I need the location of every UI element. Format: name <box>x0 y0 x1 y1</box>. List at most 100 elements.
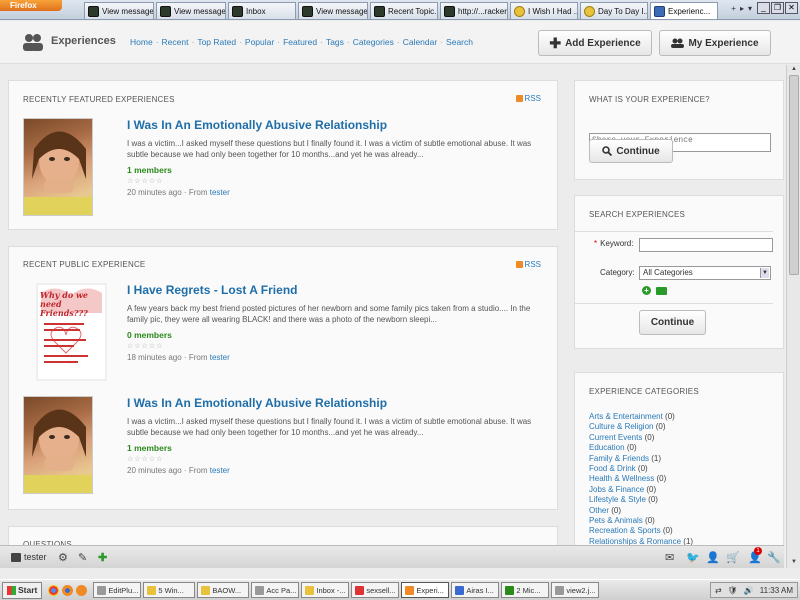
experience-title-link[interactable]: I Was In An Emotionally Abusive Relation… <box>127 396 387 410</box>
tab-list-controls[interactable]: +▸▾ <box>731 4 756 13</box>
my-experience-button[interactable]: My Experience <box>659 30 771 56</box>
nav-top-rated[interactable]: Top Rated <box>197 37 236 47</box>
category-link[interactable]: Food & Drink <box>589 464 636 473</box>
taskbar-item[interactable]: Acc Pa... <box>251 582 300 598</box>
chrome-icon[interactable] <box>48 584 60 596</box>
add-category-icon[interactable]: + <box>642 286 651 295</box>
taskbar-item[interactable]: view2.j... <box>551 582 600 598</box>
nav-categories[interactable]: Categories <box>353 37 394 47</box>
category-link[interactable]: Education <box>589 443 625 452</box>
minimize-icon[interactable]: _ <box>757 2 770 14</box>
cart-icon[interactable]: 🛒 <box>726 551 740 564</box>
tab-close-icon[interactable]: ✕ <box>717 4 718 19</box>
category-link[interactable]: Health & Wellness <box>589 474 654 483</box>
scroll-thumb[interactable] <box>789 75 799 275</box>
scroll-up-icon[interactable]: ▲ <box>789 66 799 74</box>
rating-stars[interactable]: ☆☆☆☆☆ <box>127 342 163 350</box>
nav-popular[interactable]: Popular <box>245 37 274 47</box>
restore-icon[interactable]: ❐ <box>771 2 784 14</box>
network-icon[interactable]: ⇄ <box>715 586 722 595</box>
browser-tab-active[interactable]: Experienc...✕ <box>650 2 718 19</box>
browser-tab[interactable]: Inbox <box>228 2 296 19</box>
close-window-icon[interactable]: ✕ <box>785 2 798 14</box>
firefox-menu-button[interactable]: Firefox <box>0 0 62 11</box>
category-link[interactable]: Pets & Animals <box>589 516 643 525</box>
taskbar-item[interactable]: 2 Mic... <box>501 582 550 598</box>
category-link[interactable]: Jobs & Finance <box>589 485 644 494</box>
thumbnail-caption: Why do we need Friends??? <box>40 290 88 318</box>
keyword-input[interactable] <box>639 238 773 252</box>
folder-icon[interactable] <box>656 287 667 295</box>
tab-favicon-icon <box>444 5 455 17</box>
rss-link[interactable]: RSS <box>515 260 541 269</box>
shield-icon[interactable]: 🛡 <box>728 586 738 595</box>
taskbar-item[interactable]: EditPlu... <box>93 582 142 598</box>
clock[interactable]: 11:33 AM <box>760 586 793 595</box>
experience-members[interactable]: 1 members <box>127 165 172 175</box>
experience-thumbnail[interactable] <box>23 118 93 216</box>
taskbar-item[interactable]: Inbox -... <box>301 582 350 598</box>
category-link[interactable]: Current Events <box>589 433 642 442</box>
mail-icon[interactable]: ✉ <box>665 551 674 564</box>
person-icon[interactable]: 👤 <box>706 551 720 564</box>
taskbar-item[interactable]: 5 Win... <box>143 582 196 598</box>
rating-stars[interactable]: ☆☆☆☆☆ <box>127 177 163 185</box>
browser-tab[interactable]: I Wish I Had ... <box>510 2 578 19</box>
taskbar-item-active[interactable]: Experi... <box>401 582 450 598</box>
author-link[interactable]: tester <box>210 466 230 475</box>
bird-icon[interactable]: 🐦 <box>686 551 700 564</box>
firefox-icon[interactable] <box>62 584 74 596</box>
category-row: Category: All Categories ▼ + <box>575 261 773 303</box>
taskbar-item[interactable]: BAOW... <box>197 582 250 598</box>
category-select[interactable]: All Categories ▼ <box>639 266 771 280</box>
rating-stars[interactable]: ☆☆☆☆☆ <box>127 455 163 463</box>
browser-tab[interactable]: Recent Topic... <box>370 2 438 19</box>
experience-title-link[interactable]: I Have Regrets - Lost A Friend <box>127 283 297 297</box>
share-continue-button[interactable]: Continue <box>589 139 673 163</box>
category-link[interactable]: Family & Friends <box>589 454 649 463</box>
category-link[interactable]: Arts & Entertainment <box>589 412 663 421</box>
search-continue-button[interactable]: Continue <box>639 310 706 335</box>
experience-thumbnail[interactable] <box>23 396 93 494</box>
author-link[interactable]: tester <box>210 188 230 197</box>
wrench-icon[interactable]: 🔧 <box>767 551 781 564</box>
experience-description: I was a victim...I asked myself these qu… <box>127 139 532 159</box>
edit-icon[interactable]: ✎ <box>78 551 87 564</box>
category-link[interactable]: Other <box>589 506 609 515</box>
girl-photo-icon <box>24 131 92 215</box>
category-link[interactable]: Recreation & Sports <box>589 526 661 535</box>
volume-icon[interactable]: 🔊 <box>744 586 754 595</box>
experience-members[interactable]: 0 members <box>127 330 172 340</box>
nav-home[interactable]: Home <box>130 37 153 47</box>
experience-title-link[interactable]: I Was In An Emotionally Abusive Relation… <box>127 118 387 132</box>
scroll-down-icon[interactable]: ▼ <box>789 559 799 567</box>
category-item: Lifestyle & Style (0) <box>589 495 658 505</box>
category-link[interactable]: Lifestyle & Style <box>589 495 646 504</box>
toolbar-username[interactable]: tester <box>24 552 47 562</box>
gear-icon[interactable]: ⚙ <box>58 551 68 564</box>
browser-tab[interactable]: View message <box>298 2 368 19</box>
experience-members[interactable]: 1 members <box>127 443 172 453</box>
taskbar-item[interactable]: sexsell... <box>351 582 400 598</box>
experience-meta: 20 minutes ago · From tester <box>127 466 230 475</box>
experience-thumbnail[interactable]: Why do we need Friends??? <box>36 283 107 381</box>
start-button[interactable]: Start <box>2 581 43 599</box>
page-scrollbar[interactable]: ▲ ▼ <box>786 65 800 568</box>
browser-tab[interactable]: http://...racker <box>440 2 508 19</box>
category-link[interactable]: Culture & Religion <box>589 422 653 431</box>
nav-featured[interactable]: Featured <box>283 37 317 47</box>
browser-icon[interactable] <box>76 584 88 596</box>
categories-panel: EXPERIENCE CATEGORIES Arts & Entertainme… <box>574 372 784 546</box>
browser-tab[interactable]: Day To Day I... <box>580 2 648 19</box>
browser-tab[interactable]: View message <box>156 2 226 19</box>
taskbar-item[interactable]: Airas I... <box>451 582 500 598</box>
nav-recent[interactable]: Recent <box>162 37 189 47</box>
browser-tab[interactable]: View message <box>84 2 154 19</box>
plus-icon[interactable]: ✚ <box>98 551 107 564</box>
nav-search[interactable]: Search <box>446 37 473 47</box>
add-experience-button[interactable]: ✚ Add Experience <box>538 30 652 56</box>
rss-link[interactable]: RSS <box>515 94 541 103</box>
author-link[interactable]: tester <box>210 353 230 362</box>
nav-calendar[interactable]: Calendar <box>403 37 438 47</box>
nav-tags[interactable]: Tags <box>326 37 344 47</box>
